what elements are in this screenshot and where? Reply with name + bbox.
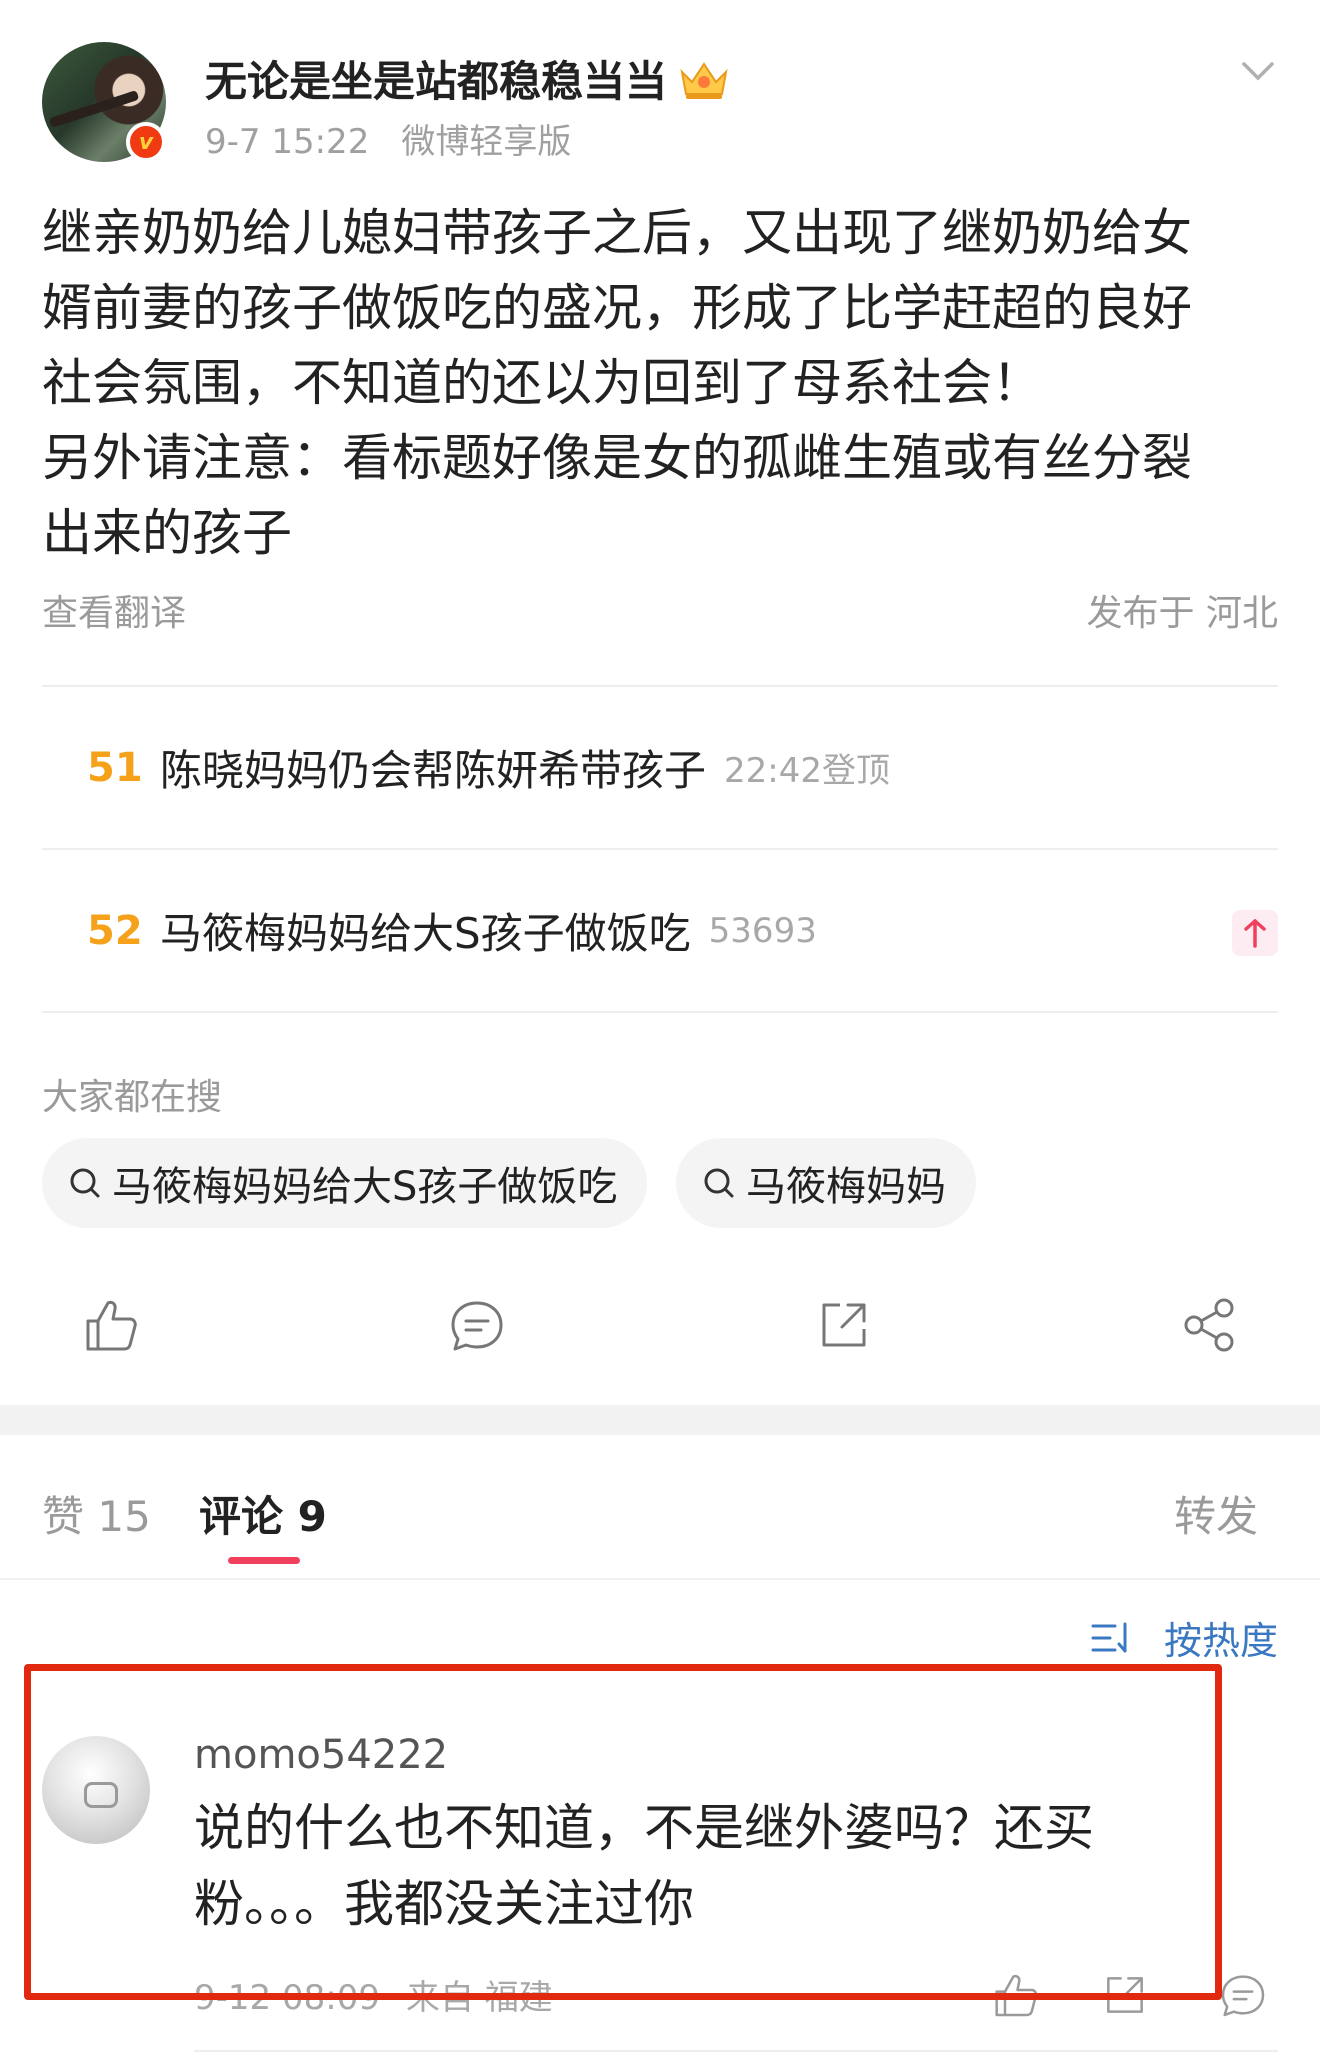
hot-extra: 53693 (708, 910, 817, 951)
tab-reposts[interactable]: 转发 (1174, 1483, 1258, 1544)
active-tab-indicator (228, 1557, 300, 1564)
comment-location: 来自 福建 (405, 1978, 553, 2018)
hot-rank: 51 (87, 744, 143, 791)
post-action-bar (42, 1295, 1278, 1365)
comment-text-line: 说的什么也不知道，不是继外婆吗？还买 (194, 1799, 1094, 1857)
post-body-line: 另外请注意：看标题好像是女的孤雌生殖或有丝分裂 (42, 429, 1192, 487)
tab-comments[interactable]: 评论 9 (199, 1483, 327, 1544)
sort-icon (1091, 1622, 1127, 1652)
post-body-line: 婿前妻的孩子做饭吃的盛况，形成了比学赶超的良好 (42, 279, 1192, 337)
post-time: 9-7 15:22 (205, 122, 370, 162)
comment-text: 说的什么也不知道，不是继外婆吗？还买 粉。。。我都没关注过你 (194, 1790, 1194, 1942)
section-divider (0, 1405, 1320, 1435)
like-icon[interactable] (80, 1295, 140, 1355)
crown-icon (680, 62, 728, 99)
hot-title: 马筱梅妈妈给大S孩子做饭吃 (160, 909, 691, 958)
comment-repost-icon[interactable] (1100, 1970, 1150, 2020)
hot-title: 陈晓妈妈仍会帮陈妍希带孩子 (160, 746, 707, 795)
arrow-up-icon (1232, 910, 1278, 956)
search-chip[interactable]: 马筱梅妈妈给大S孩子做饭吃 (42, 1138, 648, 1228)
comment-text-line: 粉。。。我都没关注过你 (194, 1875, 694, 1933)
comment-meta: 9-12 08:09 来自 福建 (194, 1970, 553, 2019)
hot-list-item[interactable]: 52 马筱梅妈妈给大S孩子做饭吃 53693 (42, 850, 1278, 1013)
comment-like-icon[interactable] (990, 1970, 1040, 2020)
commenter-avatar[interactable] (42, 1736, 150, 1844)
share-icon[interactable] (1180, 1295, 1240, 1355)
post-meta: 9-7 15:22 微博轻享版 (205, 114, 571, 163)
search-chip-label: 马筱梅妈妈给大S孩子做饭吃 (112, 1164, 618, 1210)
hot-list-item[interactable]: 51 陈晓妈妈仍会帮陈妍希带孩子 22:42登顶 (42, 687, 1278, 850)
search-icon (70, 1168, 100, 1198)
author-name[interactable]: 无论是坐是站都稳稳当当 (205, 48, 731, 109)
post-source[interactable]: 微博轻享版 (401, 122, 571, 162)
post-body: 继亲奶奶给儿媳妇带孩子之后，又出现了继奶奶给女 婿前妻的孩子做饭吃的盛况，形成了… (42, 196, 1282, 571)
search-label: 大家都在搜 (42, 1077, 223, 1118)
search-icon (704, 1168, 734, 1198)
post-header: v 无论是坐是站都稳稳当当 9-7 15:22 微博轻享版 (42, 42, 1278, 162)
post-body-line: 社会氛围，不知道的还以为回到了母系社会！ (42, 354, 1042, 412)
hot-extra: 22:42登顶 (724, 751, 890, 791)
search-chip-label: 马筱梅妈妈 (746, 1164, 946, 1210)
chevron-down-icon[interactable] (1238, 56, 1278, 86)
search-chip[interactable]: 马筱梅妈妈 (676, 1138, 976, 1228)
interaction-tabs: 赞 15 评论 9 转发 (0, 1435, 1320, 1580)
translate-link[interactable]: 查看翻译 (42, 584, 186, 636)
verified-badge-icon: v (126, 122, 166, 162)
post-location: 发布于 河北 (1086, 593, 1278, 634)
comment-time: 9-12 08:09 (194, 1978, 380, 2018)
comment-divider (194, 2050, 1278, 2052)
comment-reply-icon[interactable] (1218, 1970, 1268, 2020)
commenter-name[interactable]: momo54222 (194, 1732, 448, 1778)
post-body-line: 继亲奶奶给儿媳妇带孩子之后，又出现了继奶奶给女 (42, 204, 1192, 262)
sort-label: 按热度 (1163, 1619, 1278, 1663)
tab-likes[interactable]: 赞 15 (42, 1483, 151, 1544)
hot-list: 51 陈晓妈妈仍会帮陈妍希带孩子 22:42登顶 52 马筱梅妈妈给大S孩子做饭… (42, 685, 1278, 1013)
repost-icon[interactable] (814, 1295, 874, 1355)
post-body-line: 出来的孩子 (42, 504, 292, 562)
sort-toggle[interactable]: 按热度 (1090, 1610, 1278, 1665)
hot-rank: 52 (87, 907, 143, 954)
comment-item: momo54222 说的什么也不知道，不是继外婆吗？还买 粉。。。我都没关注过你… (0, 1680, 1320, 2065)
comment-icon[interactable] (447, 1295, 507, 1355)
